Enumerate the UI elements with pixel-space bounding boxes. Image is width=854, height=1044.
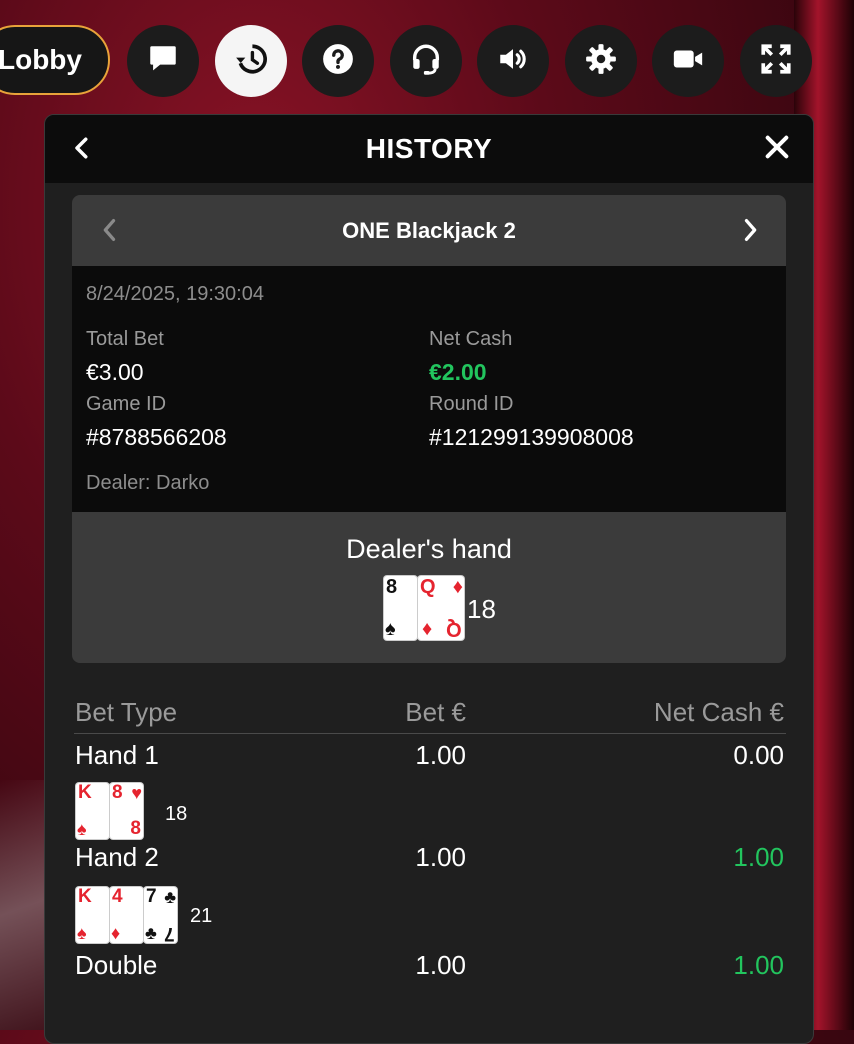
dealer-name: Dealer: Darko [86, 472, 210, 494]
round-info: 8/24/2025, 19:30:04 Total Bet €3.00 Net … [72, 266, 786, 512]
bet-amount: 1.00 [415, 842, 466, 872]
dealer-hand: Dealer's hand 8 ♠ Q ♦ ♦ Q 18 [72, 512, 786, 663]
playing-card: 4 ♦ [110, 887, 143, 943]
bet-table: Bet Type Bet € Net Cash € Hand 1 1.00 0.… [74, 695, 786, 980]
game-name: ONE Blackjack 2 [342, 217, 516, 243]
video-icon [671, 42, 705, 81]
game-id-value: #8788566208 [86, 424, 227, 450]
bet-type: Double [75, 950, 158, 980]
settings-button[interactable] [565, 25, 637, 97]
round-timestamp: 8/24/2025, 19:30:04 [86, 283, 264, 305]
card-suit: ♣ [164, 887, 176, 907]
dealer-total: 18 [467, 594, 496, 624]
fullscreen-icon [759, 42, 793, 81]
bet-type: Hand 2 [75, 842, 159, 872]
lobby-button[interactable]: Lobby [0, 25, 110, 95]
playing-card: 8 ♠ [384, 576, 417, 640]
next-game-icon[interactable] [736, 215, 764, 245]
chat-icon [146, 42, 180, 81]
playing-card: Q ♦ ♦ Q [418, 576, 464, 640]
hand-cards: K ♠ 4 ♦ 7 ♣ ♣ 7 [76, 887, 178, 943]
help-button[interactable] [302, 25, 374, 97]
history-icon [234, 42, 268, 81]
prev-game-icon[interactable] [96, 215, 124, 245]
net-cash-label: Net Cash [429, 328, 513, 350]
back-icon[interactable] [67, 133, 97, 163]
round-id-label: Round ID [429, 393, 514, 415]
playing-card: 8 ♥ 8 [110, 783, 143, 839]
table-header: Bet Type Bet € Net Cash € [74, 695, 786, 734]
header-net-cash: Net Cash € [653, 697, 784, 727]
hand-cards: K ♠ 8 ♥ 8 [76, 783, 144, 839]
fullscreen-button[interactable] [740, 25, 812, 97]
hand-total: 21 [190, 905, 213, 927]
sound-icon [496, 42, 530, 81]
card-suit-bottom: ♦ [422, 618, 433, 640]
bet-amount: 1.00 [415, 740, 466, 770]
support-icon [409, 42, 443, 81]
card-rank: 8 [112, 783, 123, 803]
playing-card: K ♠ [76, 783, 109, 839]
dealer-hand-title: Dealer's hand [346, 534, 512, 564]
card-rank: 8 [386, 576, 398, 598]
header-bet: Bet € [405, 697, 466, 727]
card-suit: ♠ [385, 618, 396, 640]
panel-header: HISTORY [45, 115, 813, 183]
card-suit-bottom: ♣ [145, 923, 157, 943]
net-cash: 0.00 [733, 740, 784, 770]
net-cash: 1.00 [733, 950, 784, 980]
total-bet-label: Total Bet [86, 328, 164, 350]
card-rank: K [78, 887, 92, 907]
panel-title: HISTORY [365, 133, 493, 164]
help-icon [321, 42, 355, 81]
sound-button[interactable] [477, 25, 549, 97]
lobby-label: Lobby [0, 44, 82, 75]
playing-card: 7 ♣ ♣ 7 [144, 887, 177, 943]
card-rank: 7 [146, 887, 157, 907]
support-button[interactable] [390, 25, 462, 97]
card-rank-bottom: 7 [164, 923, 175, 943]
net-cash: 1.00 [733, 842, 784, 872]
card-suit: ♥ [131, 783, 142, 803]
round-id-value: #121299139908008 [429, 424, 634, 450]
history-panel: HISTORY ONE Blackjack 2 8/24/2025, 19:30… [44, 114, 814, 1044]
game-selector: ONE Blackjack 2 [72, 195, 786, 266]
hand-total: 18 [165, 803, 188, 825]
bet-type: Hand 1 [75, 740, 159, 770]
game-id-label: Game ID [86, 393, 167, 415]
card-rank: K [78, 783, 92, 803]
bet-amount: 1.00 [415, 950, 466, 980]
card-suit: ♠ [77, 923, 87, 943]
playing-card: K ♠ [76, 887, 109, 943]
card-rank: 4 [112, 887, 123, 907]
net-cash-value: €2.00 [429, 359, 487, 385]
video-button[interactable] [652, 25, 724, 97]
chat-button[interactable] [127, 25, 199, 97]
card-rank-bottom: Q [446, 618, 462, 640]
round-card: ONE Blackjack 2 8/24/2025, 19:30:04 Tota… [72, 195, 786, 663]
card-rank: Q [420, 576, 436, 598]
history-button[interactable] [215, 25, 287, 97]
card-rank-bottom: 8 [130, 818, 141, 839]
settings-icon [584, 42, 618, 81]
total-bet-value: €3.00 [86, 359, 144, 385]
card-suit: ♦ [452, 576, 463, 598]
close-icon[interactable] [761, 131, 793, 163]
header-bet-type: Bet Type [75, 697, 178, 727]
card-suit: ♦ [111, 923, 121, 943]
dealer-cards: 8 ♠ Q ♦ ♦ Q [384, 576, 465, 640]
card-suit: ♠ [77, 819, 87, 839]
